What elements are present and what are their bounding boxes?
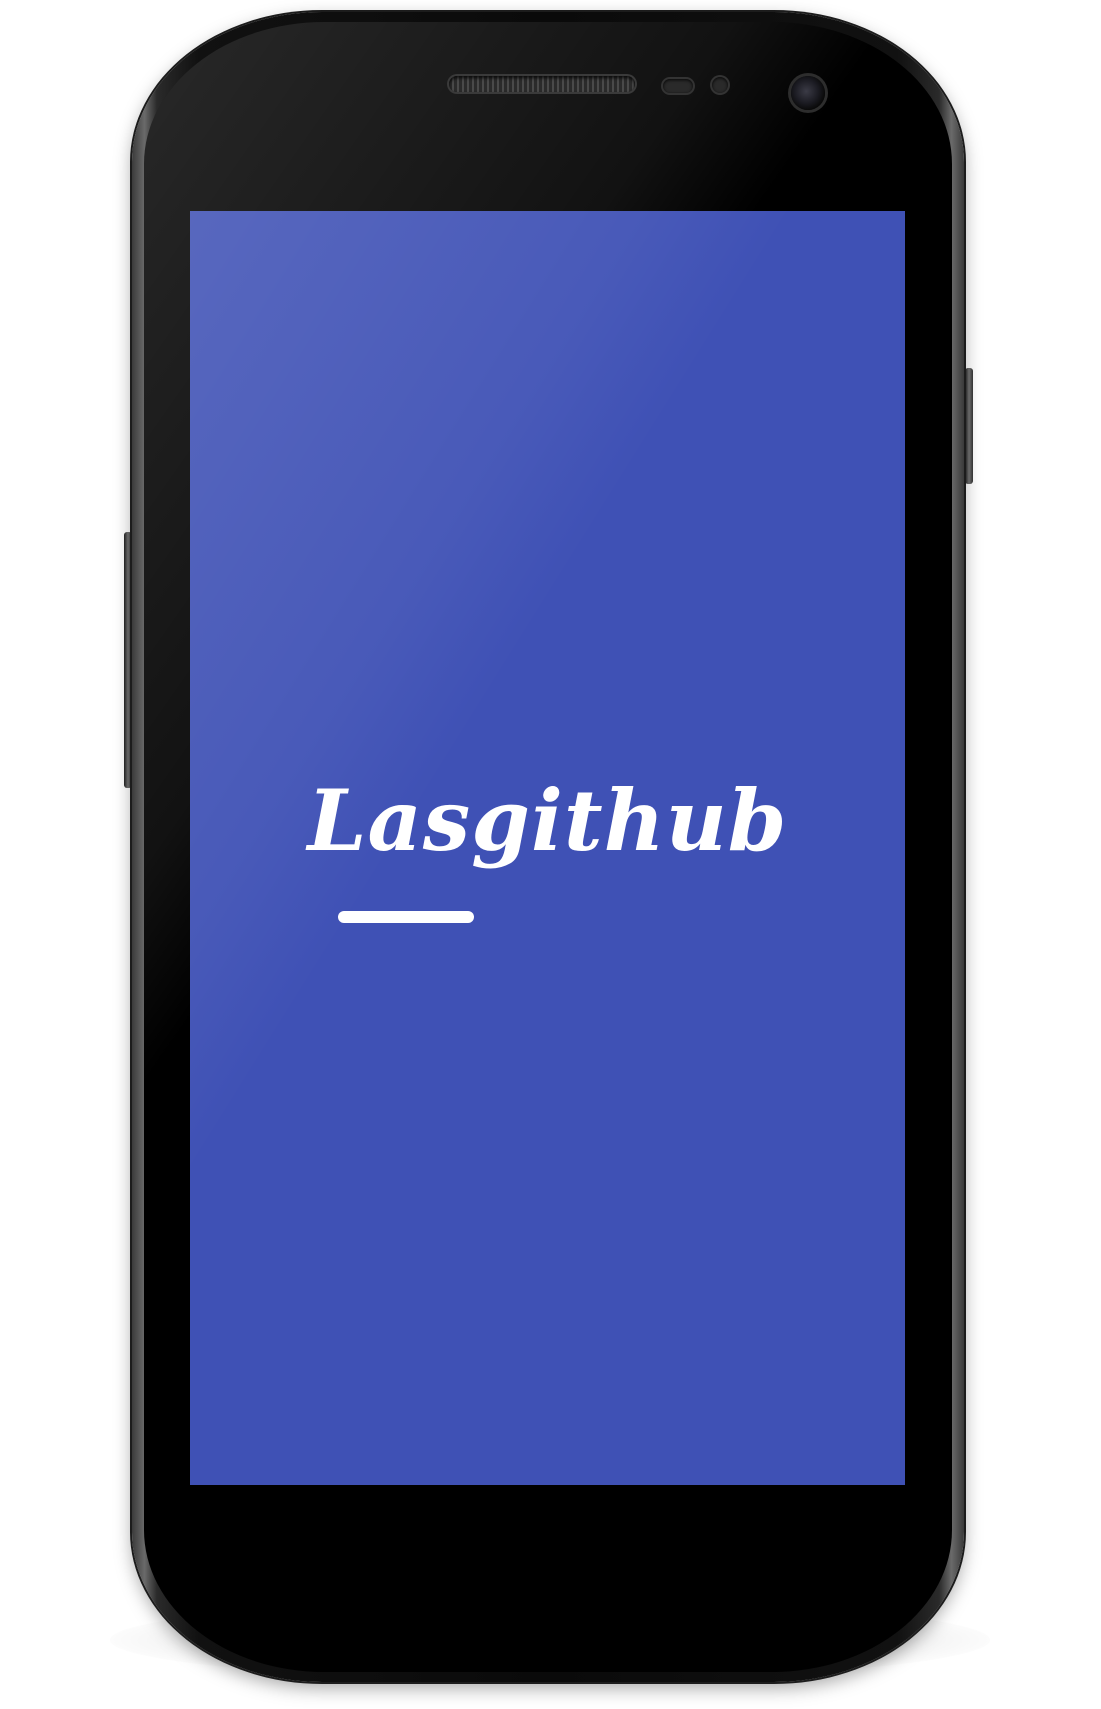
- speaker-grille-icon: [449, 76, 635, 92]
- light-sensor-icon: [712, 77, 728, 93]
- app-logo-text: Lasgithub: [307, 771, 788, 870]
- volume-button: [124, 532, 132, 788]
- logo-underline: [338, 911, 474, 923]
- power-button: [965, 368, 973, 484]
- proximity-sensor-icon: [663, 79, 693, 93]
- mockup-page: Lasgithub: [0, 0, 1101, 1709]
- app-screen[interactable]: Lasgithub: [190, 211, 905, 1485]
- front-camera-icon: [791, 76, 825, 110]
